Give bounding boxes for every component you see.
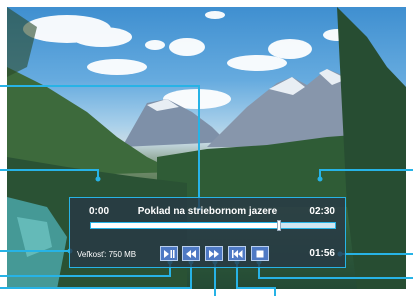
media-player-panel: 0:00 Poklad na striebornom jazere 02:30 … — [69, 197, 346, 268]
progress-fill — [91, 223, 279, 228]
skip-back-icon — [232, 249, 243, 258]
play-pause-icon — [164, 249, 175, 258]
previous-button[interactable] — [228, 246, 246, 261]
progress-track[interactable] — [90, 220, 336, 231]
stop-icon — [256, 250, 264, 257]
rewind-icon — [186, 249, 196, 258]
video-title: Poklad na striebornom jazere — [137, 206, 278, 217]
play-pause-button[interactable] — [160, 246, 178, 261]
file-size: Veľkosť: 750 MB — [77, 250, 137, 259]
fast-forward-button[interactable] — [205, 246, 223, 261]
screen-frame: 0:00 Poklad na striebornom jazere 02:30 … — [0, 0, 413, 296]
elapsed-time: 01:56 — [309, 248, 335, 259]
progress-thumb[interactable] — [276, 220, 281, 231]
rewind-button[interactable] — [182, 246, 200, 261]
end-time: 02:30 — [309, 206, 335, 217]
stop-button[interactable] — [251, 246, 269, 261]
fast-forward-icon — [209, 249, 219, 258]
